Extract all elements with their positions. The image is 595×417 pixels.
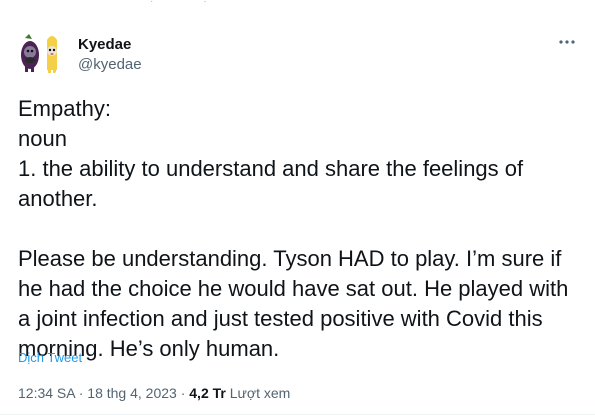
tweet-header: Kyedae @kyedae — [16, 30, 581, 80]
tweet-date[interactable]: 18 thg 4, 2023 — [87, 385, 177, 401]
author-name[interactable]: Kyedae — [78, 36, 131, 53]
translate-tweet-link[interactable]: Dịch Tweet — [18, 350, 82, 365]
more-horizontal-icon — [559, 40, 575, 44]
author-handle[interactable]: @kyedae — [78, 56, 142, 73]
avatar[interactable] — [16, 30, 64, 78]
avatar-image — [16, 30, 64, 78]
meta-separator: · — [74, 385, 88, 401]
tweet-time[interactable]: 12:34 SA — [18, 385, 75, 401]
meta-separator: · — [176, 385, 190, 401]
divider — [0, 414, 595, 415]
scroll-artifact-dots: ·· — [150, 0, 257, 7]
views-label: Lượt xem — [229, 385, 291, 401]
tweet-meta: 12:34 SA · 18 thg 4, 2023 · 4,2 Tr Lượt … — [18, 385, 290, 401]
more-options-button[interactable] — [555, 32, 579, 52]
views-count[interactable]: 4,2 Tr — [189, 385, 226, 401]
tweet-text: Empathy: noun 1. the ability to understa… — [18, 96, 569, 361]
